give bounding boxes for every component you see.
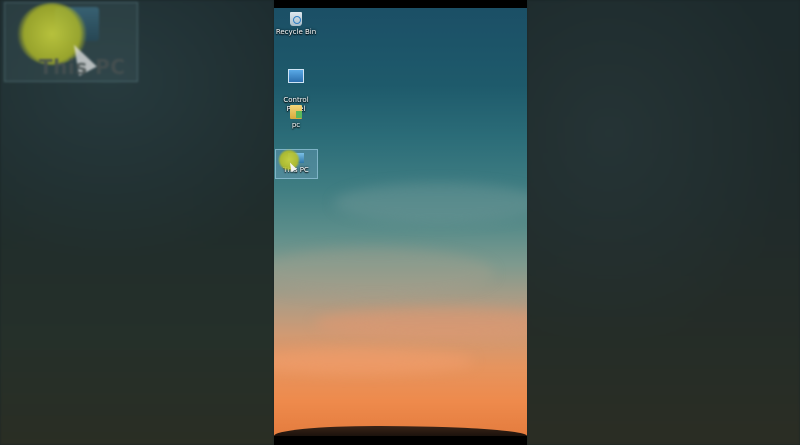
zoomed-icon-label: This PC xyxy=(39,55,126,79)
folder-icon xyxy=(290,105,302,119)
zoomed-this-pc-icon: This PC xyxy=(4,2,138,82)
desktop-wallpaper: Recycle Bin Control Panel pc This PC xyxy=(274,8,527,436)
blurred-zoom-backdrop-left: This PC xyxy=(0,0,274,445)
desktop-icon-pc-folder[interactable]: pc xyxy=(274,105,318,130)
horizon-silhouette xyxy=(274,426,527,436)
desktop-screen: Recycle Bin Control Panel pc This PC xyxy=(274,0,527,445)
recycle-bin-icon xyxy=(290,12,302,26)
blurred-backdrop-right xyxy=(527,0,800,445)
desktop-icon-recycle-bin[interactable]: Recycle Bin xyxy=(274,12,318,37)
control-panel-icon xyxy=(288,69,304,83)
video-frame: This PC Recycle Bin Control Panel pc xyxy=(0,0,800,445)
desktop-icon-label: pc xyxy=(291,121,301,129)
desktop-icon-label: Recycle Bin xyxy=(275,28,317,36)
